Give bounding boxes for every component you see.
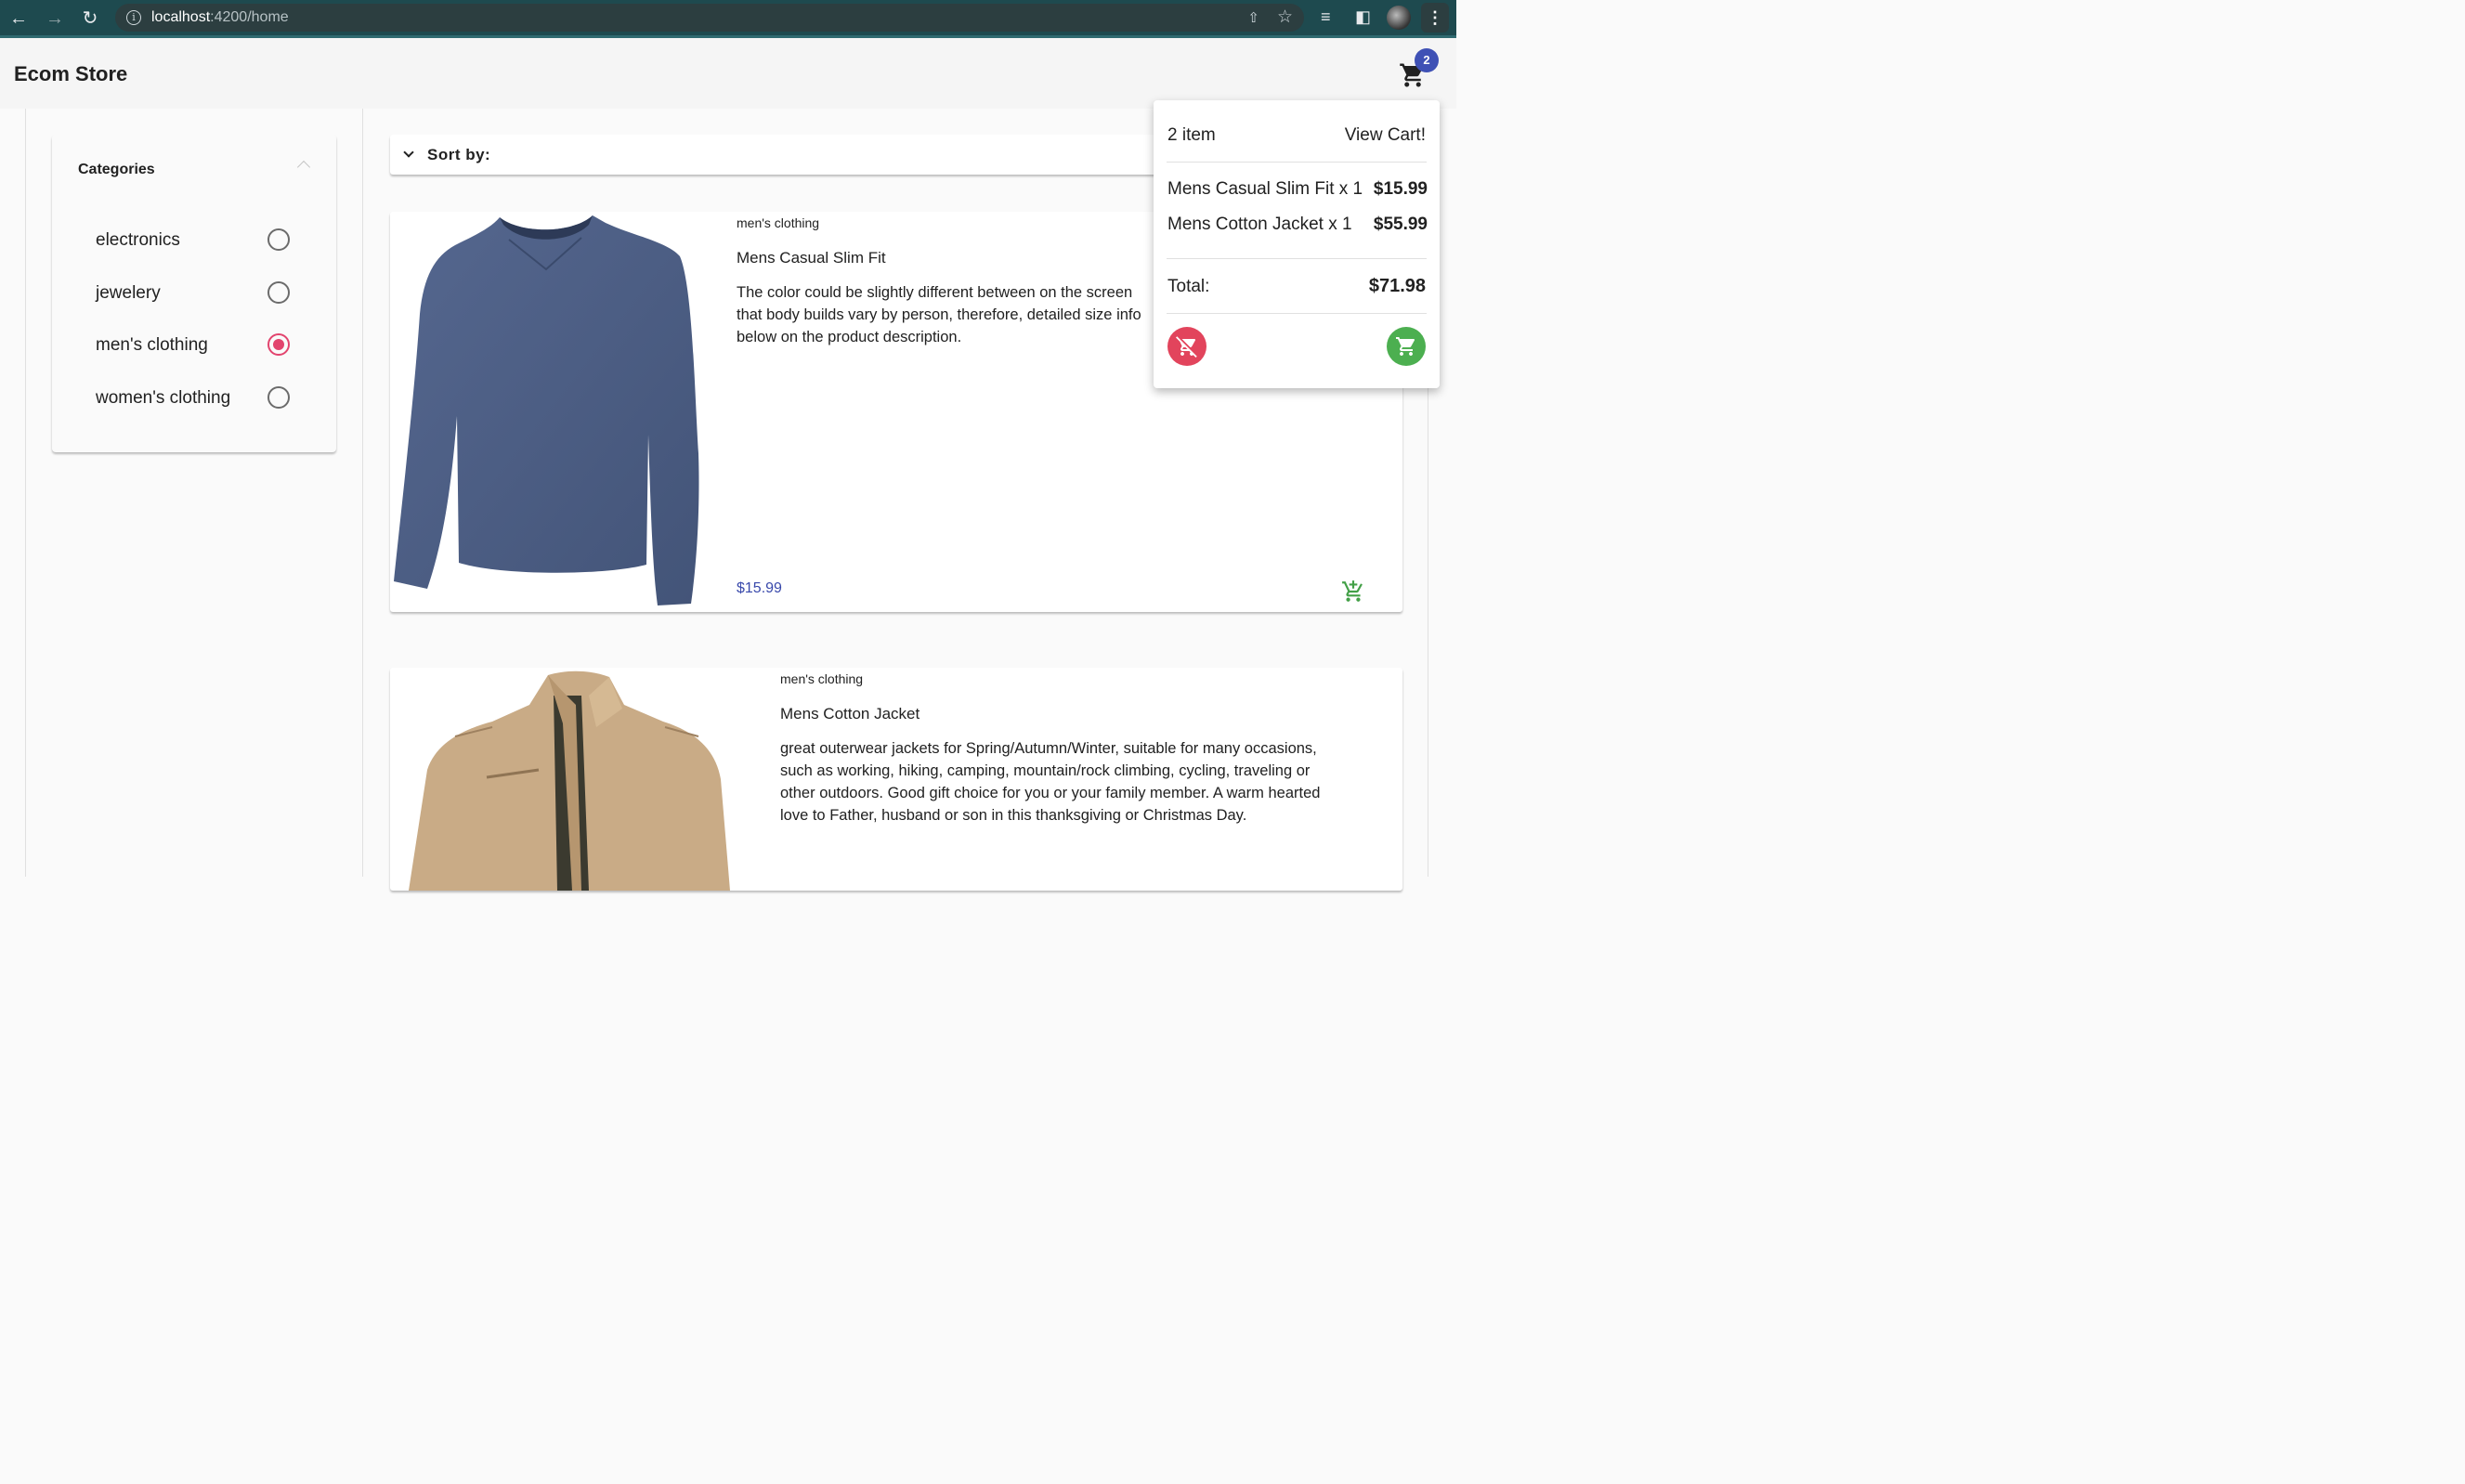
- product-image-shirt[interactable]: [390, 212, 706, 612]
- back-arrow-icon[interactable]: ←: [8, 8, 29, 29]
- chevron-up-icon[interactable]: [296, 160, 311, 175]
- cart-count-badge: 2: [1415, 48, 1439, 72]
- product-category: men's clothing: [737, 215, 820, 230]
- cart-item-count: 2 item: [1167, 125, 1216, 145]
- forward-arrow-icon[interactable]: →: [45, 8, 65, 29]
- info-icon[interactable]: i: [126, 10, 141, 25]
- cart-line-item: Mens Cotton Jacket x 1 $55.99: [1167, 215, 1428, 235]
- app-title: Ecom Store: [14, 62, 128, 85]
- category-radio[interactable]: [267, 386, 290, 409]
- categories-title: Categories: [78, 162, 155, 177]
- view-cart-link[interactable]: View Cart!: [1345, 125, 1426, 146]
- product-category: men's clothing: [780, 671, 864, 686]
- cart-popup: 2 item View Cart! Mens Casual Slim Fit x…: [1154, 100, 1440, 388]
- product-name[interactable]: Mens Cotton Jacket: [780, 705, 919, 723]
- browser-toolbar: ← → ↻ i localhost:4200/home ⇧ ☆ ≡ ◧ ⋮: [0, 0, 1456, 38]
- cart-line-label: Mens Cotton Jacket x 1: [1167, 215, 1352, 234]
- app-header: Ecom Store: [0, 38, 1456, 109]
- avatar[interactable]: [1387, 6, 1411, 30]
- cart-line-price: $15.99: [1373, 179, 1428, 199]
- category-radio-selected[interactable]: [267, 333, 290, 356]
- url-text: localhost:4200/home: [151, 9, 289, 25]
- divider: [1167, 162, 1427, 163]
- kebab-menu-icon[interactable]: ⋮: [1421, 3, 1449, 33]
- address-bar[interactable]: i localhost:4200/home ⇧ ☆: [115, 4, 1304, 32]
- product-card[interactable]: men's clothing Mens Cotton Jacket great …: [390, 668, 1402, 891]
- categories-panel: Categories electronics jewelery men's cl…: [52, 135, 336, 452]
- category-label: electronics: [96, 230, 180, 250]
- cart-icon: [1396, 337, 1415, 356]
- product-name[interactable]: Mens Casual Slim Fit: [737, 249, 886, 267]
- product-description: The color could be slightly different be…: [737, 284, 1141, 345]
- category-radio[interactable]: [267, 228, 290, 251]
- product-price: $15.99: [737, 580, 782, 596]
- divider: [1167, 313, 1427, 314]
- clear-cart-button[interactable]: [1167, 327, 1206, 366]
- reading-list-icon[interactable]: ≡: [1321, 7, 1331, 27]
- category-radio[interactable]: [267, 281, 290, 304]
- product-image-jacket[interactable]: [390, 668, 762, 891]
- share-icon[interactable]: ⇧: [1247, 9, 1259, 26]
- remove-cart-icon: [1176, 336, 1197, 358]
- product-description: great outerwear jackets for Spring/Autum…: [780, 740, 1321, 824]
- category-option-mens-clothing[interactable]: men's clothing: [96, 332, 300, 359]
- cart-line-label: Mens Casual Slim Fit x 1: [1167, 179, 1363, 199]
- divider: [1167, 258, 1427, 259]
- category-label: women's clothing: [96, 388, 231, 408]
- checkout-button[interactable]: [1387, 327, 1426, 366]
- category-option-electronics[interactable]: electronics: [96, 227, 300, 254]
- category-option-jewelery[interactable]: jewelery: [96, 280, 300, 307]
- side-panel-icon[interactable]: ◧: [1355, 7, 1371, 27]
- reload-icon[interactable]: ↻: [80, 8, 100, 29]
- category-label: men's clothing: [96, 335, 208, 355]
- category-option-womens-clothing[interactable]: women's clothing: [96, 384, 300, 412]
- cart-total-value: $71.98: [1368, 276, 1426, 296]
- cart-total-label: Total:: [1167, 277, 1210, 296]
- star-icon[interactable]: ☆: [1277, 7, 1293, 28]
- chevron-down-icon: [403, 147, 414, 158]
- category-label: jewelery: [96, 283, 161, 303]
- cart-line-item: Mens Casual Slim Fit x 1 $15.99: [1167, 179, 1428, 200]
- add-to-cart-icon[interactable]: [1341, 579, 1365, 604]
- sort-label: Sort by:: [427, 146, 491, 163]
- cart-line-price: $55.99: [1373, 215, 1428, 234]
